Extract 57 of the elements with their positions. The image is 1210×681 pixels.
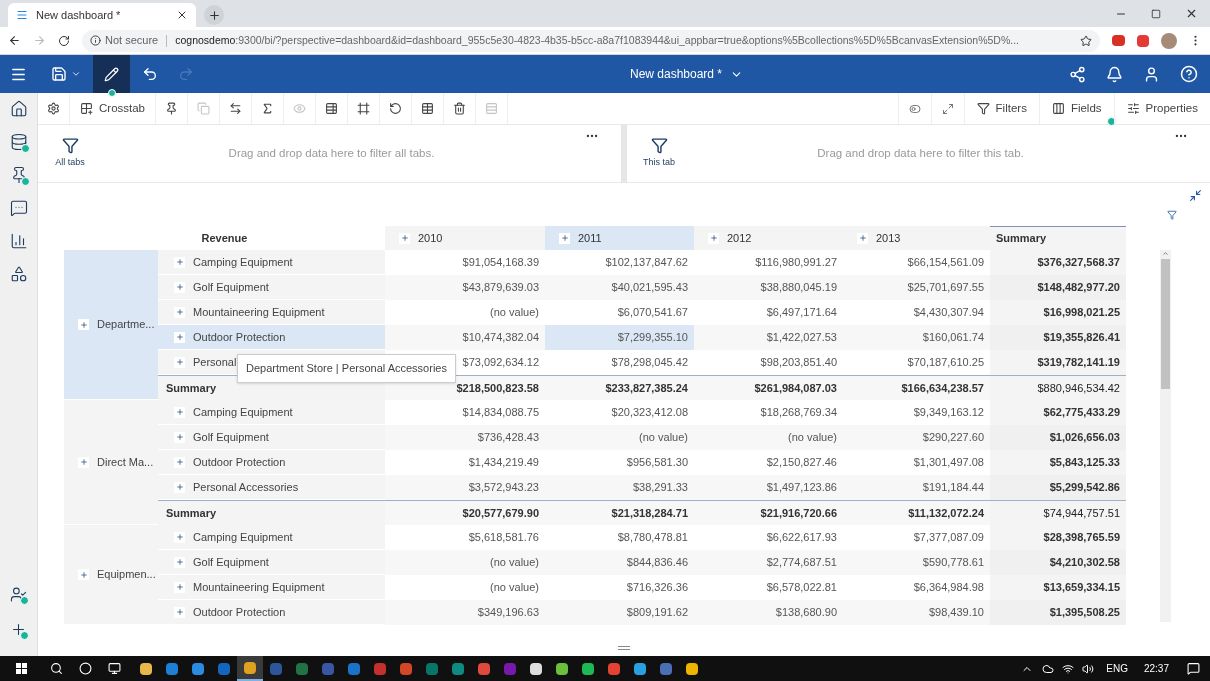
summary-header: Summary bbox=[990, 226, 1126, 250]
value-cell: $1,497,123.86 bbox=[694, 475, 843, 500]
total-cell: $28,398,765.59 bbox=[990, 525, 1126, 550]
total-cell: $148,482,977.20 bbox=[990, 275, 1126, 300]
security-label: Not secure bbox=[105, 33, 159, 49]
value-cell: $10,474,382.04 bbox=[385, 325, 545, 350]
total-cell: $376,327,568.37 bbox=[990, 250, 1126, 275]
value-cell: (no value) bbox=[385, 550, 545, 575]
filter-scope-label: All tabs bbox=[55, 156, 85, 170]
value-cell: $7,299,355.10 bbox=[545, 325, 694, 350]
tooltip: Department Store | Personal Accessories bbox=[237, 354, 456, 383]
value-cell: $809,191.62 bbox=[545, 600, 694, 625]
value-cell: $2,774,687.51 bbox=[694, 550, 843, 575]
summary-cell: $21,318,284.71 bbox=[545, 501, 694, 525]
value-cell: $25,701,697.55 bbox=[843, 275, 990, 300]
total-cell: $4,210,302.58 bbox=[990, 550, 1126, 575]
value-cell: $1,422,027.53 bbox=[694, 325, 843, 350]
summary-cell: $21,916,720.66 bbox=[694, 501, 843, 525]
filter-scope-label: This tab bbox=[643, 156, 675, 170]
value-cell: (no value) bbox=[545, 425, 694, 450]
summary-cell: $20,577,679.90 bbox=[385, 501, 545, 525]
value-cell: $349,196.63 bbox=[385, 600, 545, 625]
total-cell: $5,843,125.33 bbox=[990, 450, 1126, 475]
value-cell: $590,778.61 bbox=[843, 550, 990, 575]
total-cell: $1,026,656.03 bbox=[990, 425, 1126, 450]
total-cell: $1,395,508.25 bbox=[990, 600, 1126, 625]
summary-cell: $166,634,238.57 bbox=[843, 376, 990, 400]
value-cell: $40,021,595.43 bbox=[545, 275, 694, 300]
value-cell: $160,061.74 bbox=[843, 325, 990, 350]
total-cell: $13,659,334.15 bbox=[990, 575, 1126, 600]
value-cell: $43,879,639.03 bbox=[385, 275, 545, 300]
tab-title: New dashboard * bbox=[36, 7, 122, 23]
url-text: cognosdemo:9300/bi/?perspective=dashboard&id=dashboard_955c5e30-4823-4b35-b5cc-a8a7f1083944&ui_appbar=true&options%5Bcollections%5D%5BcanvasExtension%5D%... bbox=[175, 32, 1019, 48]
drop-hint: Drag and drop data here to filter this tab. bbox=[816, 145, 1025, 161]
summary-label: Summary bbox=[158, 501, 385, 525]
value-cell: $138,680.90 bbox=[694, 600, 843, 625]
summary-cell: $233,827,385.24 bbox=[545, 376, 694, 400]
total-cell: $319,782,141.19 bbox=[990, 350, 1126, 375]
summary-total-cell: $880,946,534.42 bbox=[990, 376, 1126, 400]
summary-cell: $11,132,072.24 bbox=[843, 501, 990, 525]
measure-header: Revenue bbox=[200, 230, 249, 246]
value-cell: $38,291.33 bbox=[545, 475, 694, 500]
value-cell: $736,428.43 bbox=[385, 425, 545, 450]
total-cell: $62,775,433.29 bbox=[990, 400, 1126, 425]
value-cell: $844,836.46 bbox=[545, 550, 694, 575]
value-cell: $191,184.44 bbox=[843, 475, 990, 500]
total-cell: $5,299,542.86 bbox=[990, 475, 1126, 500]
value-cell: $290,227.60 bbox=[843, 425, 990, 450]
total-cell: $16,998,021.25 bbox=[990, 300, 1126, 325]
total-cell: $19,355,826.41 bbox=[990, 325, 1126, 350]
value-cell: $98,439.10 bbox=[843, 600, 990, 625]
value-cell: (no value) bbox=[694, 425, 843, 450]
drop-hint: Drag and drop data here to filter all tabs. bbox=[227, 145, 436, 161]
value-cell: $3,572,943.23 bbox=[385, 475, 545, 500]
value-cell: $38,880,045.19 bbox=[694, 275, 843, 300]
summary-cell: $261,984,087.03 bbox=[694, 376, 843, 400]
summary-total-cell: $74,944,757.51 bbox=[990, 501, 1126, 525]
